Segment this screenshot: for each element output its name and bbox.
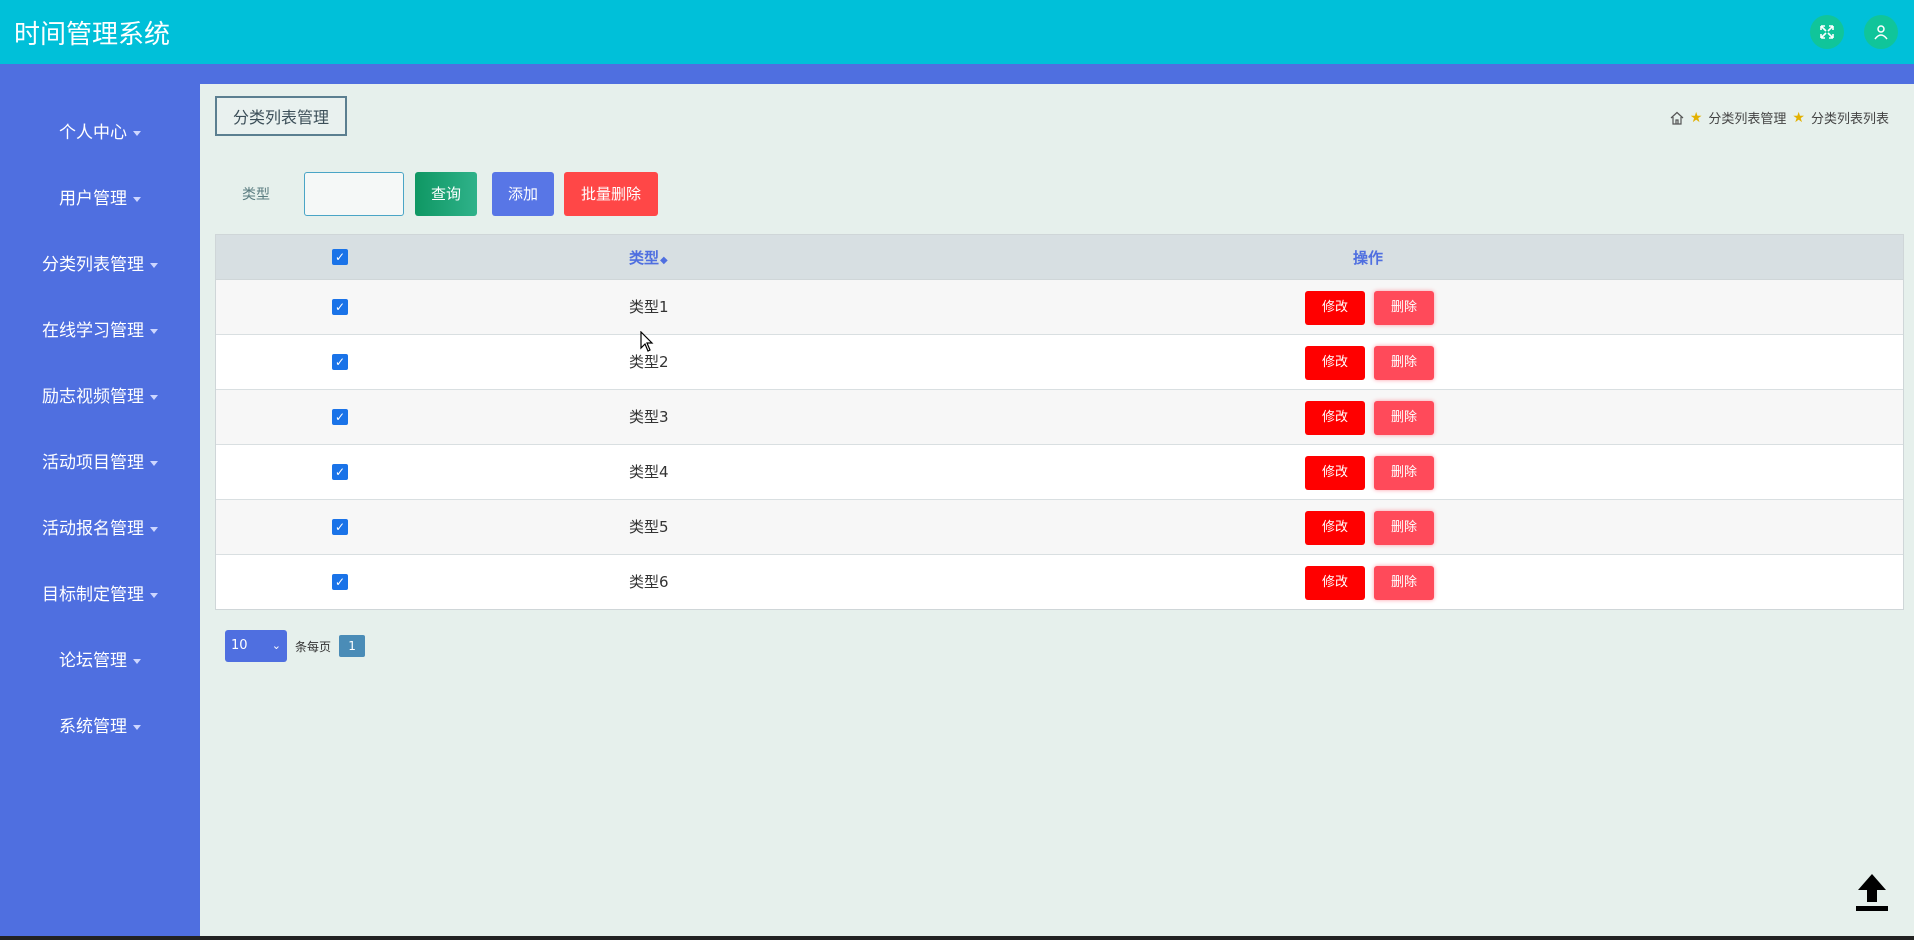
- mouse-cursor-icon: [640, 331, 654, 352]
- star-icon: ★: [1792, 109, 1805, 126]
- select-all-checkbox[interactable]: ✓: [332, 249, 348, 265]
- sidebar-item-label: 个人中心: [59, 123, 127, 143]
- sidebar-item-label: 目标制定管理: [42, 585, 144, 605]
- sidebar-item-label: 系统管理: [59, 717, 127, 737]
- sidebar-item-activity-registration[interactable]: 活动报名管理: [0, 509, 200, 549]
- pagination: 10 ⌄ 条每页 1: [225, 630, 366, 662]
- caret-down-icon: [150, 394, 158, 400]
- delete-button[interactable]: 删除: [1374, 511, 1434, 545]
- table-row: ✓ 类型2 修改 删除: [216, 335, 1903, 390]
- bottom-border: [0, 936, 1914, 940]
- row-checkbox[interactable]: ✓: [332, 409, 348, 425]
- main-content: 分类列表管理 ★ 分类列表管理 ★ 分类列表列表 类型 查询 添加 批量删除 ✓…: [200, 84, 1914, 940]
- edit-button[interactable]: 修改: [1305, 401, 1365, 435]
- fullscreen-icon[interactable]: [1810, 15, 1844, 49]
- app-title: 时间管理系统: [14, 20, 171, 50]
- sidebar-item-label: 励志视频管理: [42, 387, 144, 407]
- column-header-type[interactable]: 类型◆: [629, 247, 668, 268]
- delete-button[interactable]: 删除: [1374, 401, 1434, 435]
- cell-type: 类型2: [629, 353, 669, 371]
- caret-down-icon: [150, 592, 158, 598]
- sidebar-item-label: 在线学习管理: [42, 321, 144, 341]
- sort-icon: ◆: [660, 255, 668, 266]
- row-checkbox[interactable]: ✓: [332, 464, 348, 480]
- sidebar-item-label: 论坛管理: [59, 651, 127, 671]
- star-icon: ★: [1689, 109, 1703, 126]
- sidebar-item-label: 活动报名管理: [42, 519, 144, 539]
- sidebar-item-label: 用户管理: [59, 189, 127, 209]
- breadcrumb-item[interactable]: 分类列表管理: [1708, 108, 1786, 127]
- sidebar-item-category-management[interactable]: 分类列表管理: [0, 245, 200, 285]
- delete-button[interactable]: 删除: [1374, 346, 1434, 380]
- home-icon[interactable]: [1670, 111, 1684, 125]
- cell-type: 类型1: [629, 298, 669, 316]
- breadcrumb: ★ 分类列表管理 ★ 分类列表列表: [1670, 108, 1889, 127]
- add-button[interactable]: 添加: [492, 172, 554, 216]
- table-row: ✓ 类型1 修改 删除: [216, 280, 1903, 335]
- sidebar-item-user-management[interactable]: 用户管理: [0, 179, 200, 219]
- category-table: ✓ 类型◆ 操作 ✓ 类型1 修改 删除 ✓ 类型2 修改 删除 ✓ 类型3 修…: [215, 234, 1904, 610]
- sidebar-item-system[interactable]: 系统管理: [0, 707, 200, 747]
- table-row: ✓ 类型6 修改 删除: [216, 555, 1903, 609]
- table-header: ✓ 类型◆ 操作: [216, 235, 1903, 280]
- caret-down-icon: [150, 460, 158, 466]
- caret-down-icon: [150, 262, 158, 268]
- caret-down-icon: [150, 526, 158, 532]
- row-checkbox[interactable]: ✓: [332, 519, 348, 535]
- edit-button[interactable]: 修改: [1305, 346, 1365, 380]
- delete-button[interactable]: 删除: [1374, 291, 1434, 325]
- column-header-actions: 操作: [1353, 249, 1384, 267]
- per-page-label: 条每页: [295, 639, 332, 654]
- page-size-value: 10: [231, 638, 248, 653]
- page-number-button[interactable]: 1: [339, 635, 366, 657]
- row-checkbox[interactable]: ✓: [332, 354, 348, 370]
- delete-button[interactable]: 删除: [1374, 456, 1434, 490]
- page-tab[interactable]: 分类列表管理: [215, 96, 348, 136]
- query-button[interactable]: 查询: [415, 172, 477, 216]
- top-bar: 时间管理系统: [0, 0, 1914, 64]
- cell-type: 类型4: [629, 463, 669, 481]
- caret-down-icon: [133, 724, 141, 730]
- sidebar-item-label: 分类列表管理: [42, 255, 144, 275]
- sidebar-item-motivational-video[interactable]: 励志视频管理: [0, 377, 200, 417]
- row-checkbox[interactable]: ✓: [332, 574, 348, 590]
- edit-button[interactable]: 修改: [1305, 456, 1365, 490]
- caret-down-icon: [150, 328, 158, 334]
- type-filter-input[interactable]: [304, 172, 404, 216]
- column-header-type-label: 类型: [629, 249, 660, 267]
- sidebar-item-activity-project[interactable]: 活动项目管理: [0, 443, 200, 483]
- sidebar-item-online-learning[interactable]: 在线学习管理: [0, 311, 200, 351]
- edit-button[interactable]: 修改: [1305, 291, 1365, 325]
- chevron-down-icon: ⌄: [271, 639, 281, 652]
- edit-button[interactable]: 修改: [1305, 566, 1365, 600]
- cell-type: 类型6: [629, 573, 669, 591]
- table-row: ✓ 类型5 修改 删除: [216, 500, 1903, 555]
- table-row: ✓ 类型3 修改 删除: [216, 390, 1903, 445]
- header-strip: [0, 64, 1914, 84]
- cell-type: 类型3: [629, 408, 669, 426]
- row-checkbox[interactable]: ✓: [332, 299, 348, 315]
- sidebar-item-forum[interactable]: 论坛管理: [0, 641, 200, 681]
- sidebar-item-label: 活动项目管理: [42, 453, 144, 473]
- edit-button[interactable]: 修改: [1305, 511, 1365, 545]
- sidebar-item-personal-center[interactable]: 个人中心: [0, 113, 200, 153]
- type-filter-label: 类型: [242, 187, 270, 203]
- user-icon[interactable]: [1864, 15, 1898, 49]
- sidebar-item-goal-setting[interactable]: 目标制定管理: [0, 575, 200, 615]
- delete-button[interactable]: 删除: [1374, 566, 1434, 600]
- caret-down-icon: [133, 196, 141, 202]
- sidebar: 个人中心 用户管理 分类列表管理 在线学习管理 励志视频管理 活动项目管理 活动…: [0, 84, 200, 940]
- back-to-top-icon[interactable]: [1852, 870, 1892, 914]
- batch-delete-button[interactable]: 批量删除: [564, 172, 658, 216]
- page-size-select[interactable]: 10 ⌄: [225, 630, 287, 662]
- breadcrumb-item: 分类列表列表: [1810, 112, 1889, 127]
- caret-down-icon: [133, 130, 141, 136]
- cell-type: 类型5: [629, 518, 669, 536]
- caret-down-icon: [133, 658, 141, 664]
- table-row: ✓ 类型4 修改 删除: [216, 445, 1903, 500]
